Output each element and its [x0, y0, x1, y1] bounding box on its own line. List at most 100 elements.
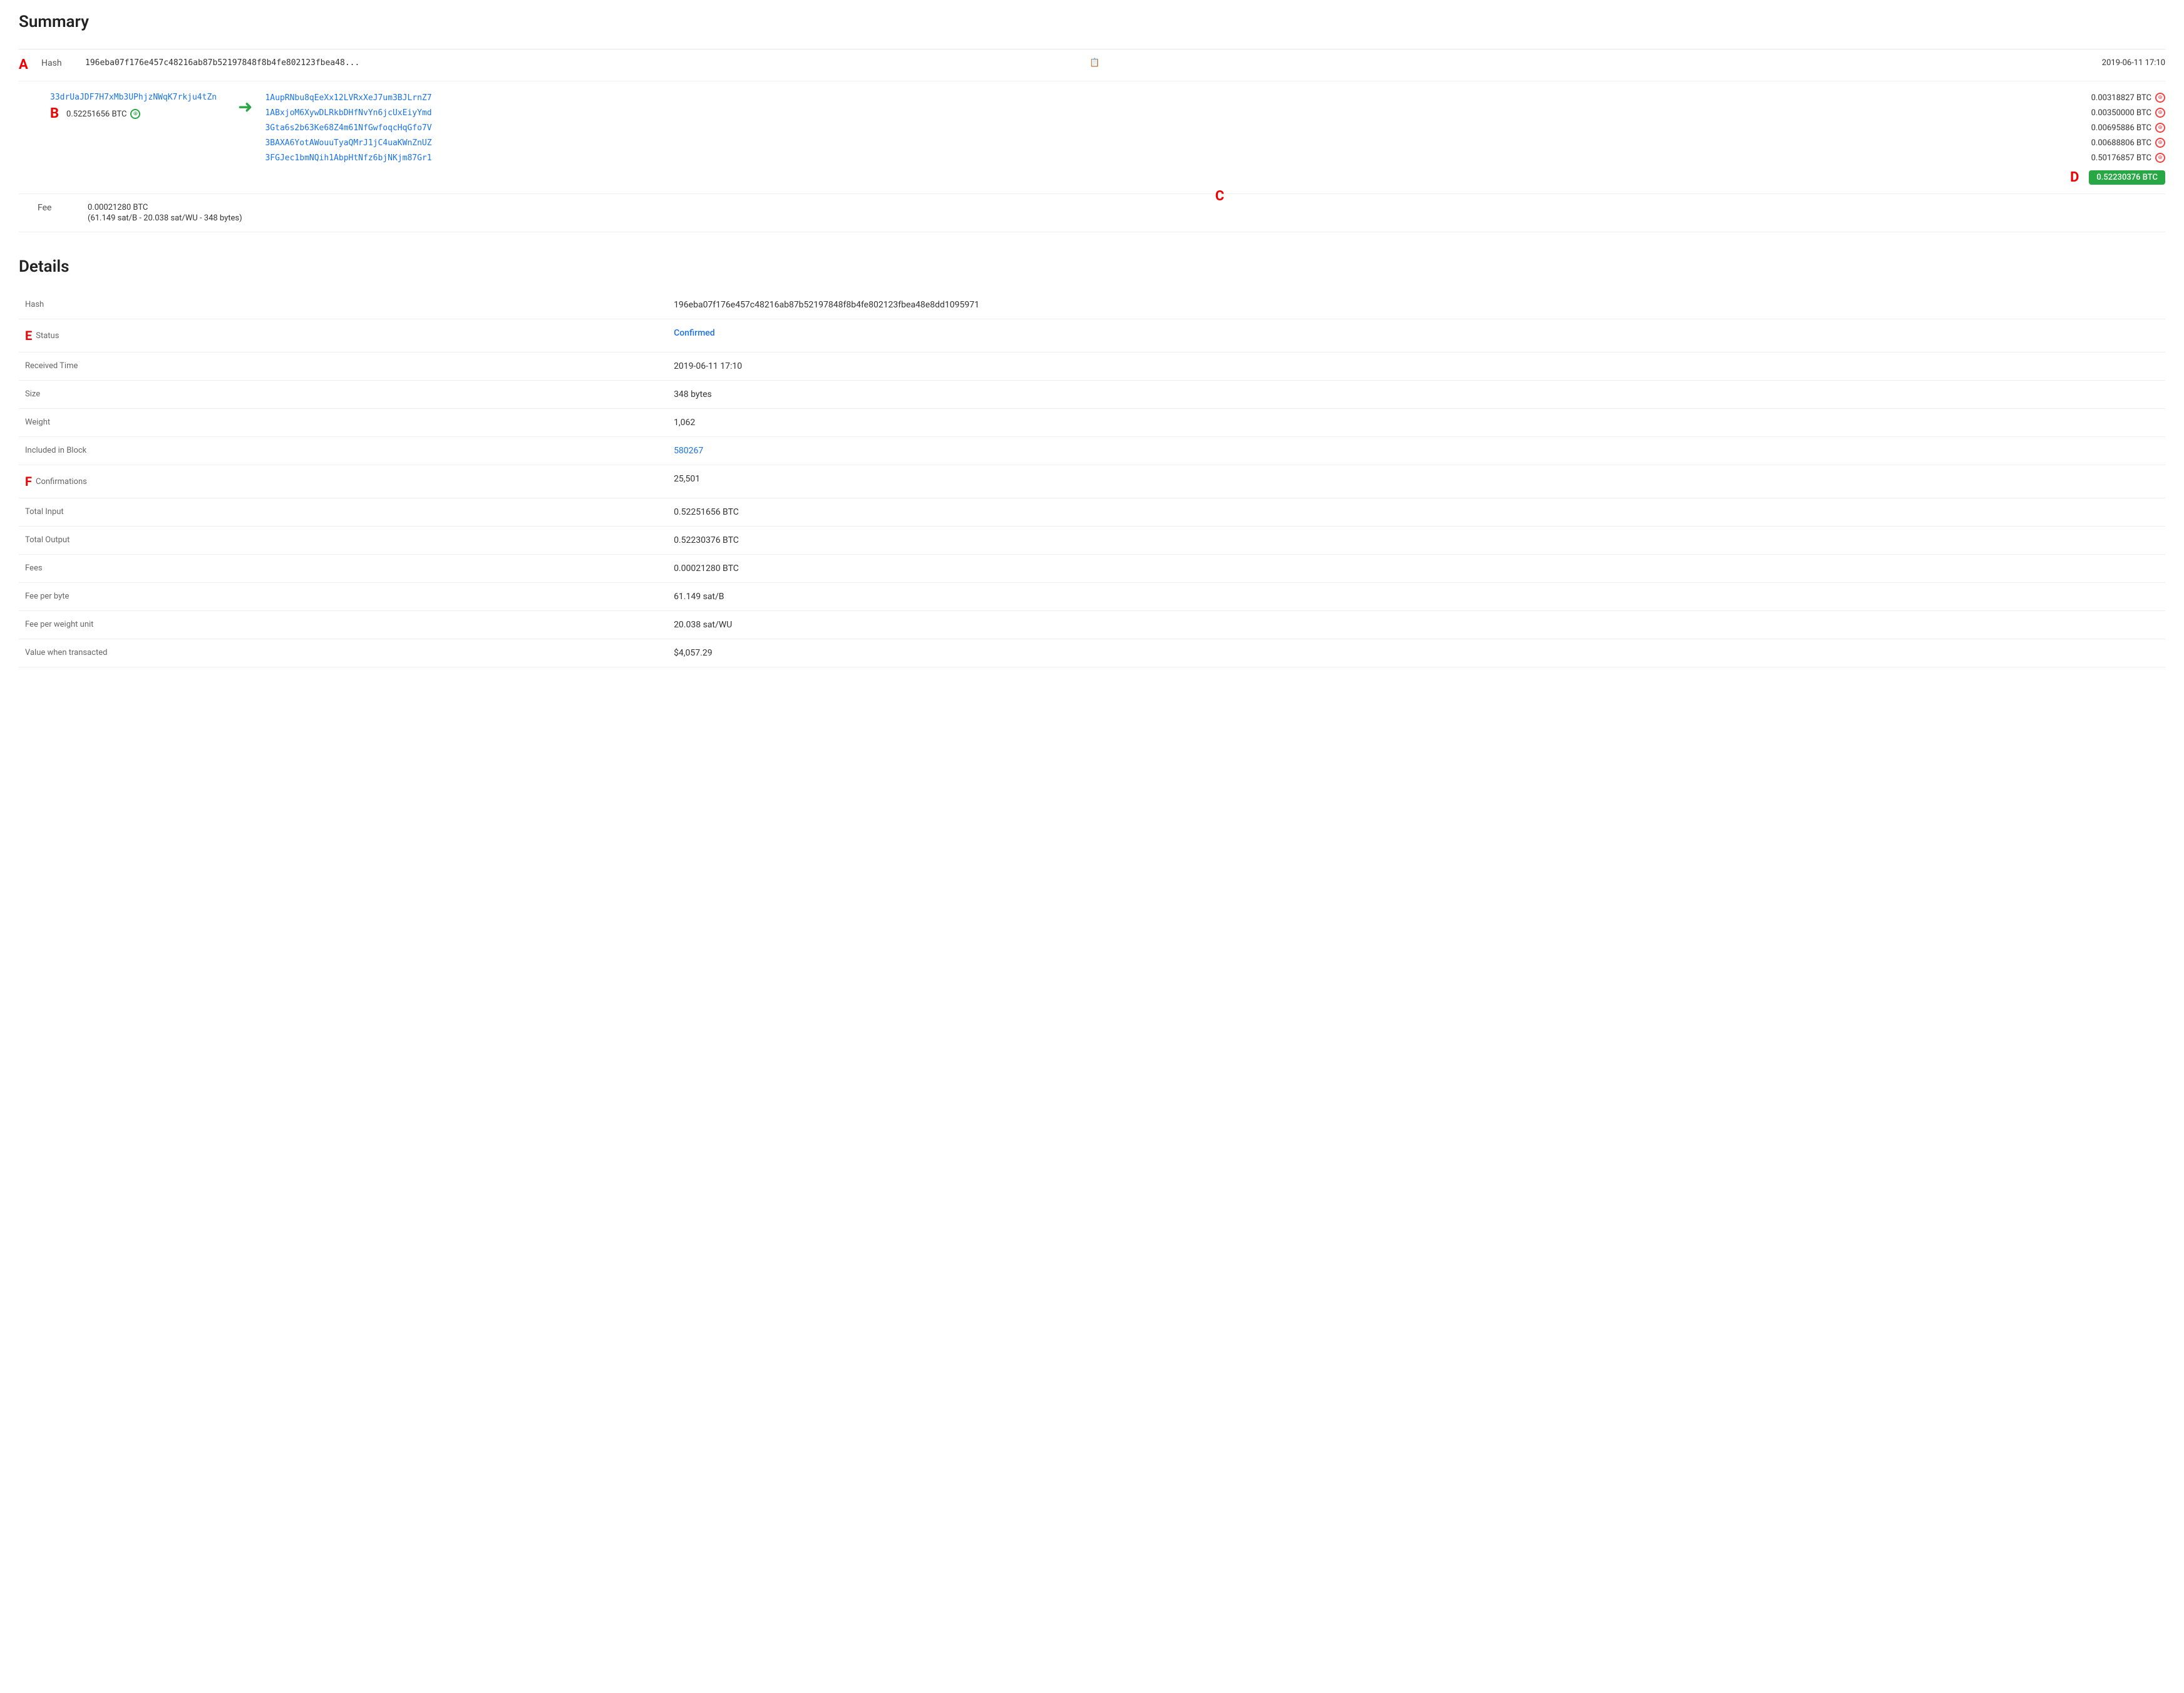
output-item: 3BAXA6YotAWouuTyaQMrJ1jC4uaKWnZnUZ 0.006…	[265, 135, 2165, 150]
input-amount: 0.52251656 BTC	[66, 110, 126, 119]
detail-value: 0.52251656 BTC	[674, 507, 739, 517]
globe-icon: ⊕	[130, 109, 140, 119]
fee-info: 0.00021280 BTC (61.149 sat/B - 20.038 sa…	[88, 203, 242, 223]
output-address[interactable]: 3FGJec1bmNQih1AbpHtNfz6bjNKjm87Gr1	[265, 153, 431, 163]
output-address[interactable]: 3BAXA6YotAWouuTyaQMrJ1jC4uaKWnZnUZ	[265, 138, 431, 148]
detail-row: Total Input 0.52251656 BTC	[19, 498, 2165, 527]
output-amount: 0.00688806 BTC	[2091, 138, 2151, 148]
annotation-f: F	[25, 474, 32, 489]
detail-value: 61.149 sat/B	[674, 592, 724, 602]
total-output-value: 0.52230376 BTC	[2089, 170, 2165, 185]
output-address[interactable]: 1AupRNbu8qEeXx12LVRxXeJ7um3BJLrnZ7	[265, 93, 431, 103]
input-address[interactable]: 33drUaJDF7H7xMb3UPhjzNWqK7rkju4tZn	[50, 93, 217, 102]
detail-cell: 196eba07f176e457c48216ab87b52197848f8b4f…	[667, 291, 2165, 319]
detail-cell: 0.00021280 BTC	[667, 555, 2165, 583]
detail-row: Included in Block 580267	[19, 437, 2165, 465]
globe-icon-red: ⊕	[2155, 93, 2165, 103]
detail-value: 0.00021280 BTC	[674, 563, 739, 574]
globe-icon-red: ⊕	[2155, 138, 2165, 148]
hash-label: Hash	[41, 58, 85, 68]
detail-value: 0.52230376 BTC	[674, 535, 739, 545]
output-address[interactable]: 3Gta6s2b63Ke68Z4m61NfGwfoqcHqGfo7V	[265, 123, 431, 133]
fee-detail: (61.149 sat/B - 20.038 sat/WU - 348 byte…	[88, 214, 242, 223]
hash-row: A Hash 196eba07f176e457c48216ab87b521978…	[19, 49, 2165, 81]
detail-value: 196eba07f176e457c48216ab87b52197848f8b4f…	[674, 300, 979, 310]
output-amount: 0.00318827 BTC	[2091, 93, 2151, 103]
block-link[interactable]: 580267	[674, 446, 703, 456]
detail-row: Size 348 bytes	[19, 381, 2165, 409]
copy-icon[interactable]: 📋	[1089, 58, 1100, 68]
detail-label: Included in Block	[19, 437, 157, 464]
detail-cell: 61.149 sat/B	[667, 583, 2165, 611]
output-amount: 0.00695886 BTC	[2091, 123, 2151, 133]
output-item: 1AupRNbu8qEeXx12LVRxXeJ7um3BJLrnZ7 0.003…	[265, 90, 2165, 105]
output-amount: 0.50176857 BTC	[2091, 153, 2151, 163]
output-item: 1ABxjoM6XywDLRkbDHfNvYn6jcUxEiyYmd 0.003…	[265, 105, 2165, 120]
details-section: Details Hash 196eba07f176e457c48216ab87b…	[19, 257, 2165, 667]
detail-row: Weight 1,062	[19, 409, 2165, 437]
fee-row: Fee 0.00021280 BTC (61.149 sat/B - 20.03…	[19, 194, 2165, 232]
timestamp-value: 2019-06-11 17:10	[2102, 58, 2165, 68]
detail-cell: 1,062	[667, 409, 2165, 437]
transaction-row: 33drUaJDF7H7xMb3UPhjzNWqK7rkju4tZn B 0.5…	[19, 81, 2165, 194]
output-list: 1AupRNbu8qEeXx12LVRxXeJ7um3BJLrnZ7 0.003…	[265, 90, 2165, 165]
detail-row: Value when transacted $4,057.29	[19, 639, 2165, 667]
annotation-b: B	[50, 107, 59, 121]
detail-value: 2019-06-11 17:10	[674, 361, 742, 371]
detail-cell: 25,501	[667, 465, 2165, 498]
detail-cell: 20.038 sat/WU	[667, 611, 2165, 639]
detail-cell: $4,057.29	[667, 639, 2165, 667]
detail-row: Fee per byte 61.149 sat/B	[19, 583, 2165, 611]
details-tbody: Hash 196eba07f176e457c48216ab87b52197848…	[19, 291, 2165, 667]
status-value: Confirmed	[674, 328, 715, 338]
output-item: 3FGJec1bmNQih1AbpHtNfz6bjNKjm87Gr1 0.501…	[265, 150, 2165, 165]
detail-label: Hash	[19, 291, 157, 318]
detail-value: 25,501	[674, 474, 700, 484]
detail-value: 20.038 sat/WU	[674, 620, 732, 630]
fee-label: Fee	[38, 203, 88, 213]
arrow-icon: ➜	[238, 90, 252, 117]
detail-value: $4,057.29	[674, 648, 713, 658]
detail-label: EStatus	[19, 319, 157, 352]
detail-row: FConfirmations 25,501	[19, 465, 2165, 498]
detail-row: Fee per weight unit 20.038 sat/WU	[19, 611, 2165, 639]
detail-row: Received Time 2019-06-11 17:10	[19, 352, 2165, 381]
annotation-c: C	[1215, 190, 1224, 203]
annotation-e: E	[25, 328, 32, 343]
globe-icon-red: ⊕	[2155, 123, 2165, 133]
annotation-d: D	[2070, 171, 2079, 185]
input-item: 33drUaJDF7H7xMb3UPhjzNWqK7rkju4tZn	[50, 90, 225, 105]
detail-label: Value when transacted	[19, 639, 157, 666]
detail-label: Total Input	[19, 498, 157, 525]
detail-row: Fees 0.00021280 BTC	[19, 555, 2165, 583]
output-item: 3Gta6s2b63Ke68Z4m61NfGwfoqcHqGfo7V 0.006…	[265, 120, 2165, 135]
detail-label: Total Output	[19, 527, 157, 553]
detail-cell: 580267	[667, 437, 2165, 465]
detail-cell: 348 bytes	[667, 381, 2165, 409]
annotation-a: A	[19, 58, 38, 72]
detail-row: EStatus Confirmed	[19, 319, 2165, 352]
summary-section: Summary A Hash 196eba07f176e457c48216ab8…	[19, 13, 2165, 232]
summary-title: Summary	[19, 13, 2165, 36]
detail-value: 1,062	[674, 418, 695, 428]
detail-row: Hash 196eba07f176e457c48216ab87b52197848…	[19, 291, 2165, 319]
tx-output-section: C 1AupRNbu8qEeXx12LVRxXeJ7um3BJLrnZ7 0.0…	[265, 90, 2165, 185]
detail-label: Fee per weight unit	[19, 611, 157, 638]
hash-short-value: 196eba07f176e457c48216ab87b52197848f8b4f…	[85, 58, 1087, 68]
globe-icon-red: ⊕	[2155, 108, 2165, 118]
details-title: Details	[19, 257, 2165, 281]
detail-label: Fee per byte	[19, 583, 157, 610]
detail-label: Fees	[19, 555, 157, 582]
detail-cell: 2019-06-11 17:10	[667, 352, 2165, 381]
tx-input-section: 33drUaJDF7H7xMb3UPhjzNWqK7rkju4tZn B 0.5…	[50, 90, 225, 123]
detail-label: Received Time	[19, 352, 157, 379]
detail-label: FConfirmations	[19, 465, 157, 498]
globe-icon-red: ⊕	[2155, 153, 2165, 163]
detail-cell: 0.52230376 BTC	[667, 527, 2165, 555]
fee-amount: 0.00021280 BTC	[88, 203, 242, 212]
details-table: Hash 196eba07f176e457c48216ab87b52197848…	[19, 291, 2165, 667]
output-address[interactable]: 1ABxjoM6XywDLRkbDHfNvYn6jcUxEiyYmd	[265, 108, 431, 118]
detail-label: Size	[19, 381, 157, 408]
detail-row: Total Output 0.52230376 BTC	[19, 527, 2165, 555]
detail-value: 348 bytes	[674, 389, 712, 399]
